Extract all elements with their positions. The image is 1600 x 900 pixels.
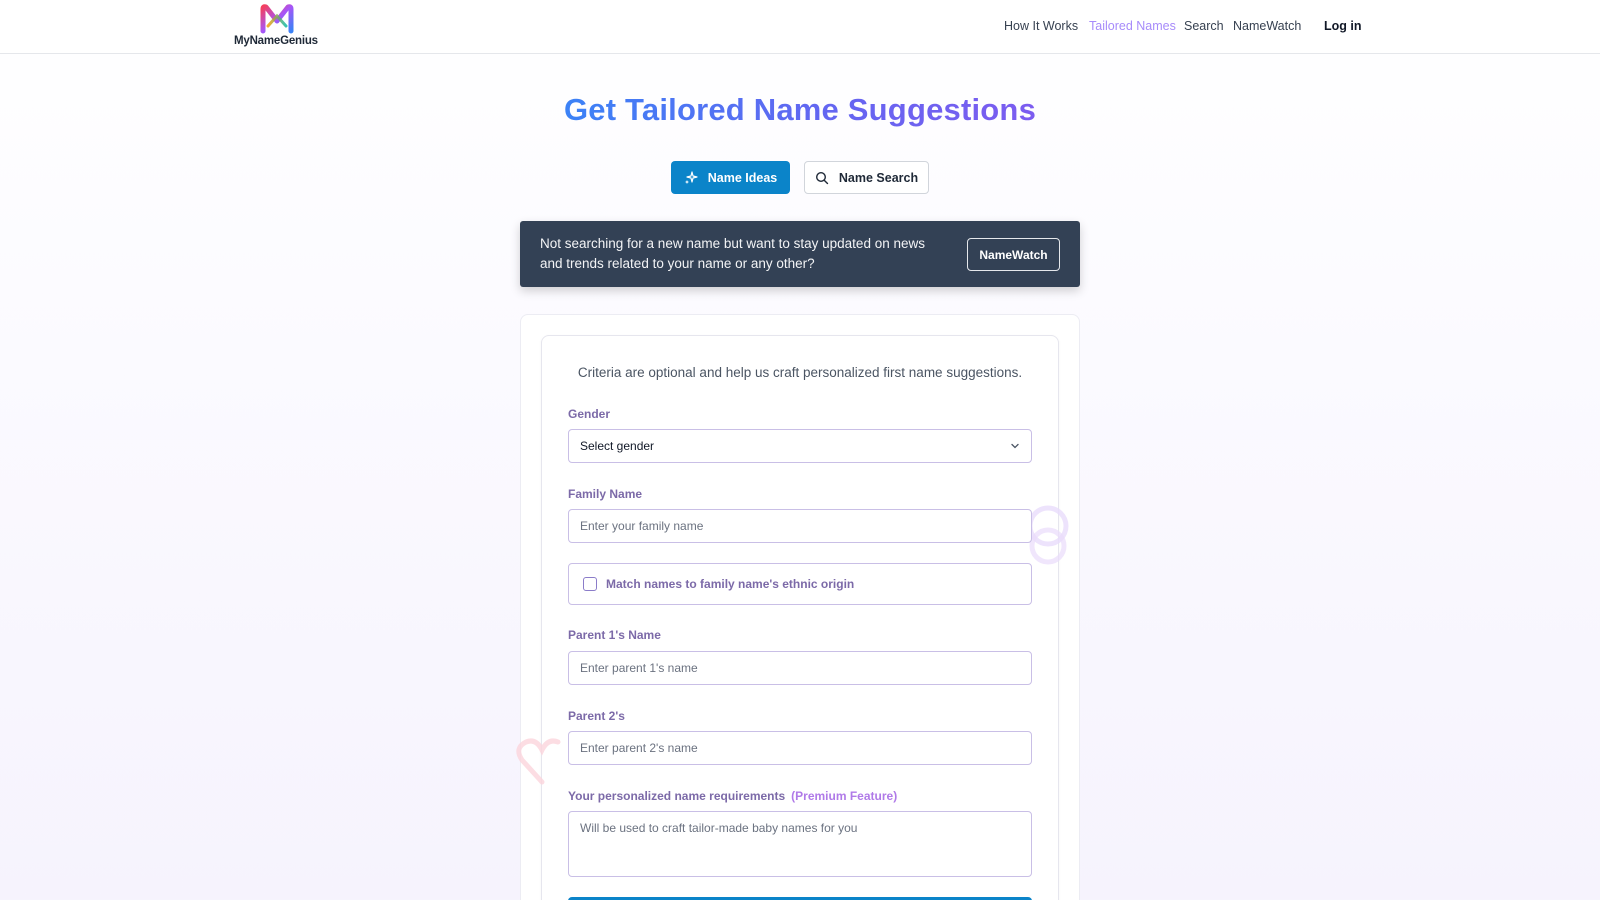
page-title: Get Tailored Name Suggestions [563, 92, 1037, 127]
name-search-button[interactable]: Name Search [804, 161, 929, 194]
namewatch-banner: Not searching for a new name but want to… [520, 221, 1080, 287]
name-search-label: Name Search [838, 170, 919, 185]
family-name-label: Family Name [568, 487, 643, 501]
gender-label: Gender [568, 407, 611, 421]
m-logo-icon [260, 4, 294, 34]
banner-text: Not searching for a new name but want to… [540, 236, 925, 271]
login-link[interactable]: Log in [1324, 19, 1362, 33]
nav-tailored-names[interactable]: Tailored Names [1089, 19, 1176, 33]
match-origin-option[interactable]: Match names to family name's ethnic orig… [568, 563, 1032, 605]
name-ideas-button[interactable]: Name Ideas [671, 161, 790, 194]
premium-badge: (Premium Feature) [791, 789, 898, 803]
namewatch-button[interactable]: NameWatch [967, 238, 1060, 271]
nav-search[interactable]: Search [1184, 19, 1224, 33]
parent2-label: Parent 2's [568, 709, 625, 723]
decorative-heart-icon [516, 738, 561, 785]
gender-select-value: Select gender [580, 439, 655, 453]
requirements-label-text: Your personalized name requirements [568, 789, 786, 803]
form-intro-text: Criteria are optional and help us craft … [577, 365, 1023, 380]
gender-select[interactable]: Select gender [568, 429, 1032, 463]
name-ideas-label: Name Ideas [707, 170, 778, 185]
parent2-input[interactable]: Enter parent 2's name [568, 731, 1032, 765]
parent1-label: Parent 1's Name [568, 628, 661, 642]
logo[interactable]: MyNameGenius [232, 4, 322, 50]
match-origin-checkbox[interactable] [583, 577, 597, 591]
requirements-textarea[interactable]: Will be used to craft tailor-made baby n… [568, 811, 1032, 877]
logo-text: MyNameGenius [234, 35, 318, 47]
nav-how-it-works[interactable]: How It Works [1004, 19, 1078, 33]
top-navbar: MyNameGenius How It Works Tailored Names… [0, 0, 1600, 54]
family-name-input[interactable]: Enter your family name [568, 509, 1032, 543]
search-icon [815, 171, 829, 184]
parent1-input[interactable]: Enter parent 1's name [568, 651, 1032, 685]
sparkles-icon [684, 170, 698, 184]
nav-namewatch[interactable]: NameWatch [1233, 19, 1301, 33]
chevron-down-icon [1011, 443, 1019, 449]
match-origin-label: Match names to family name's ethnic orig… [606, 577, 855, 591]
requirements-label: Your personalized name requirements (Prem… [568, 789, 897, 803]
